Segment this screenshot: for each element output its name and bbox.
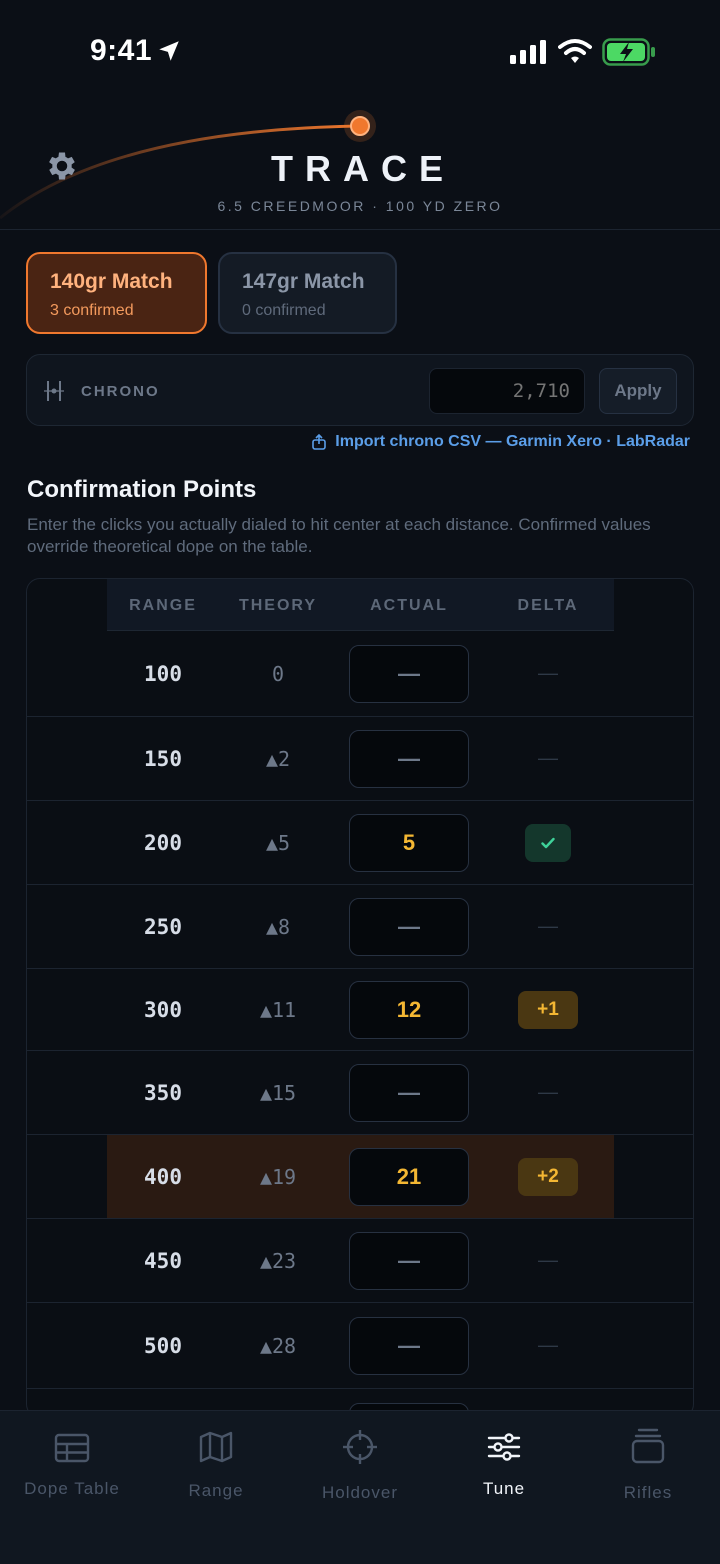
import-chrono-csv-link[interactable]: Import chrono CSV — Garmin Xero · LabRad… [311,433,690,451]
range-value: 200 [144,830,182,855]
column-header-delta: DELTA [517,597,579,614]
tab-holdover[interactable]: Holdover [288,1411,432,1521]
table-row: 150 ▲2 — — [27,717,693,801]
theory-value: ▲5 [265,830,291,855]
table-row: 400 ▲19 21 +2 [27,1135,693,1219]
actual-clicks-input[interactable]: — [349,1231,469,1290]
tab-bar: Dope Table Range Holdover Tune Rifles [0,1410,720,1564]
table-row: 100 0 — — [27,631,693,717]
apply-button[interactable]: Apply [599,368,677,414]
delta-empty: — [538,747,558,769]
load-chip-147gr[interactable]: 147gr Match 0 confirmed [218,252,397,334]
column-header-theory: THEORY [238,597,318,614]
delta-empty: — [538,1249,558,1271]
table-row: 350 ▲15 — — [27,1051,693,1135]
actual-clicks-input[interactable]: 5 [349,813,469,872]
upload-icon [312,434,327,450]
theory-value: 0 [271,661,285,686]
muzzle-velocity-input[interactable] [429,368,585,414]
table-row: 500 ▲28 — — [27,1303,693,1389]
table-icon [54,1433,90,1463]
delta-empty: — [538,1081,558,1103]
actual-clicks-input[interactable]: — [349,644,469,703]
tab-label: Rifles [623,1483,673,1502]
section-description: Enter the clicks you actually dialed to … [27,515,651,556]
actual-clicks-input[interactable]: — [349,897,469,956]
theory-value: ▲11 [259,997,297,1022]
theory-value: ▲23 [259,1248,297,1273]
range-value: 350 [144,1080,182,1105]
actual-clicks-input[interactable]: 21 [349,1147,469,1206]
sliders-icon [487,1433,521,1461]
table-row: 250 ▲8 — — [27,885,693,969]
chrono-label: CHRONO [81,383,160,400]
load-chip-name: 147gr Match [242,270,365,293]
column-header-range: RANGE [129,597,197,614]
actual-clicks-input[interactable]: — [349,1316,469,1375]
theory-value: ▲15 [259,1080,297,1105]
map-icon [199,1431,233,1463]
actual-clicks-input[interactable]: — [349,1063,469,1122]
range-value: 400 [144,1164,182,1189]
battery-charging-icon [602,38,655,66]
range-value: 500 [144,1333,182,1358]
status-time: 9:41 [90,34,153,67]
actual-clicks-input[interactable]: — [349,729,469,788]
tab-rifles[interactable]: Rifles [576,1411,720,1521]
range-value: 250 [144,914,182,939]
app-title: TRACE [271,148,455,189]
range-value: 300 [144,997,182,1022]
range-value: 100 [144,661,182,686]
app-header: TRACE 6.5 CREEDMOOR · 100 YD ZERO [0,100,720,230]
tab-tune[interactable]: Tune [432,1411,576,1521]
actual-clicks-input[interactable]: 12 [349,980,469,1039]
delta-empty: — [538,915,558,937]
theory-value: ▲28 [259,1333,297,1358]
confirmation-table: RANGE THEORY ACTUAL DELTA 100 0— —150 ▲2— —2… [26,578,694,1418]
chrono-panel: CHRONO Apply [26,354,694,426]
chrono-gate-icon [44,381,64,401]
tab-label: Tune [482,1479,526,1498]
wifi-icon [558,39,592,63]
table-row: 450 ▲23 — — [27,1219,693,1303]
load-chip-status: 3 confirmed [50,302,134,319]
app-subtitle: 6.5 CREEDMOOR · 100 YD ZERO [217,198,503,214]
tab-range[interactable]: Range [144,1411,288,1521]
table-row: 200 ▲5 5 [27,801,693,885]
theory-value: ▲2 [265,746,291,771]
tab-dope-table[interactable]: Dope Table [0,1411,144,1521]
section-title: Confirmation Points [27,476,257,503]
delta-empty: — [538,662,558,684]
delta-badge: +1 [518,990,578,1029]
range-value: 150 [144,746,182,771]
status-bar: 9:41 [0,0,720,100]
stack-icon [631,1428,665,1464]
theory-value: ▲8 [265,914,291,939]
load-chip-status: 0 confirmed [242,302,326,319]
cellular-signal-icon [510,40,546,64]
tab-label: Holdover [321,1483,399,1502]
import-link-label: Import chrono CSV — Garmin Xero · LabRad… [335,433,690,450]
delta-empty: — [538,1334,558,1356]
tab-label: Dope Table [24,1479,120,1498]
checkmark-icon [541,837,555,848]
crosshair-icon [343,1430,377,1464]
load-chip-name: 140gr Match [50,270,173,293]
location-arrow-icon [159,41,179,61]
column-header-actual: ACTUAL [370,597,448,614]
delta-badge: +2 [518,1157,578,1196]
table-row: 300 ▲11 12 +1 [27,969,693,1051]
theory-value: ▲19 [259,1164,297,1189]
delta-confirmed-badge [525,823,571,862]
range-value: 450 [144,1248,182,1273]
load-chip-140gr[interactable]: 140gr Match 3 confirmed [26,252,207,334]
tab-label: Range [188,1481,244,1500]
